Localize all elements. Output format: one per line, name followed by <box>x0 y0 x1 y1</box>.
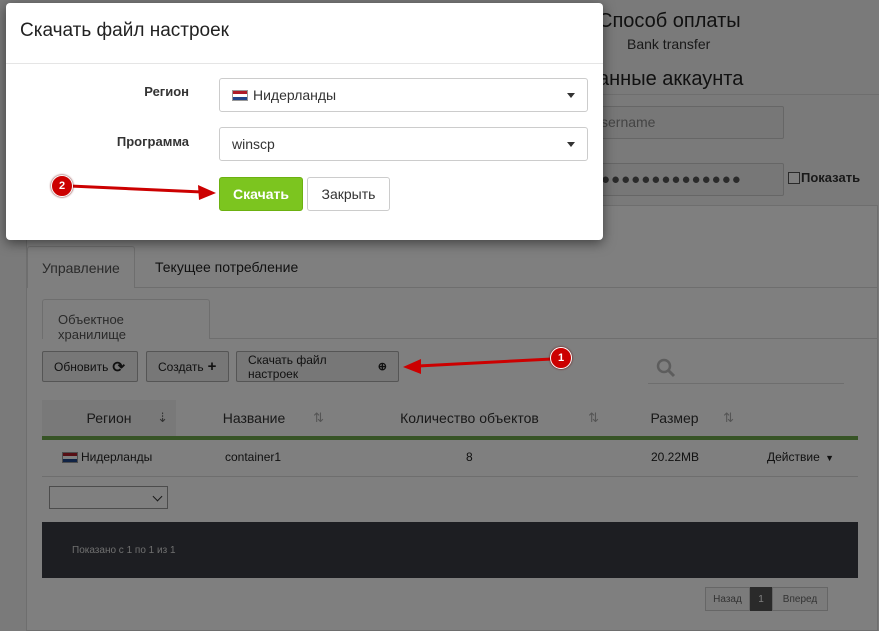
annotation-badge-2: 2 <box>51 175 73 197</box>
annotation-arrows <box>69 184 553 374</box>
annotation-badge-1: 1 <box>550 347 572 369</box>
annotation-arrow-2-head <box>198 185 216 200</box>
annotation-arrow-1-head <box>403 359 421 374</box>
annotation-arrow-2-shaft <box>69 184 203 194</box>
annotation-arrow-1-shaft <box>417 357 553 368</box>
